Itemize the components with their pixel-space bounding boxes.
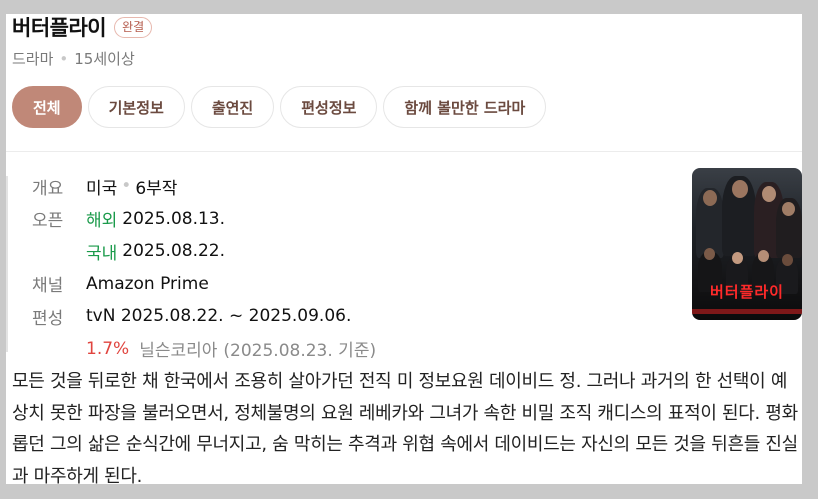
open-label: 오픈 xyxy=(32,211,64,232)
channel-row: 채널 Amazon Prime xyxy=(32,268,376,301)
schedule-label: 편성 xyxy=(32,308,64,329)
age-rating-text: 15세이상 xyxy=(74,50,135,68)
synopsis-text: 모든 것을 뒤로한 채 한국에서 조용히 살아가던 전직 미 정보요원 데이비드… xyxy=(12,371,798,484)
domestic-date: 2025.08.22. xyxy=(122,241,226,262)
separator-dot: • xyxy=(59,50,69,68)
overseas-date: 2025.08.13. xyxy=(122,208,226,229)
info-left-bar xyxy=(6,176,8,352)
episodes-value: 6부작 xyxy=(135,178,178,199)
overview-label: 개요 xyxy=(32,178,64,199)
tab-schedule[interactable]: 편성정보 xyxy=(280,86,378,128)
viewer-rating-value: 1.7% xyxy=(86,338,130,359)
overseas-label: 해외 xyxy=(86,211,118,232)
rating-date: (2025.08.23. 기준) xyxy=(223,341,377,362)
status-badge: 완결 xyxy=(114,16,153,38)
open-domestic-row: 국내 2025.08.22. xyxy=(32,235,376,268)
poster-title-text: 버터플라이 xyxy=(709,283,784,301)
tab-bar: 전체 기본정보 출연진 편성정보 함께 볼만한 드라마 xyxy=(12,86,547,128)
genre-text: 드라마 xyxy=(12,50,54,68)
drama-info-panel: 버터플라이 완결 드라마 • 15세이상 전체 기본정보 출연진 편성정보 함께 볼… xyxy=(6,14,802,484)
meta-line: 드라마 • 15세이상 xyxy=(12,48,135,69)
divider xyxy=(6,151,802,152)
open-overseas-row: 오픈 해외 2025.08.13. xyxy=(32,203,376,236)
info-list: 개요 미국 • 6부작 오픈 해외 2025.08.13. 국내 2025.08.2… xyxy=(32,170,376,365)
country-value: 미국 xyxy=(86,178,118,199)
viewer-rating-row: 1.7% 닐슨코리아 (2025.08.23. 기준) xyxy=(32,333,376,366)
schedule-row: 편성 tvN 2025.08.22. ~ 2025.09.06. xyxy=(32,300,376,333)
title-row: 버터플라이 완결 xyxy=(12,14,153,42)
channel-label: 채널 xyxy=(32,276,64,297)
schedule-value: tvN 2025.08.22. ~ 2025.09.06. xyxy=(86,306,352,327)
tab-similar-dramas[interactable]: 함께 볼만한 드라마 xyxy=(383,86,547,128)
domestic-label: 국내 xyxy=(86,243,118,264)
tab-all[interactable]: 전체 xyxy=(12,86,82,128)
rating-source: 닐슨코리아 xyxy=(139,341,218,362)
tab-basic-info[interactable]: 기본정보 xyxy=(87,86,185,128)
poster-image[interactable]: 버터플라이 xyxy=(692,168,802,320)
drama-title[interactable]: 버터플라이 xyxy=(12,14,107,42)
overview-row: 개요 미국 • 6부작 xyxy=(32,170,376,203)
separator-dot: • xyxy=(121,176,132,197)
channel-value[interactable]: Amazon Prime xyxy=(86,274,209,294)
tab-cast[interactable]: 출연진 xyxy=(190,86,275,128)
